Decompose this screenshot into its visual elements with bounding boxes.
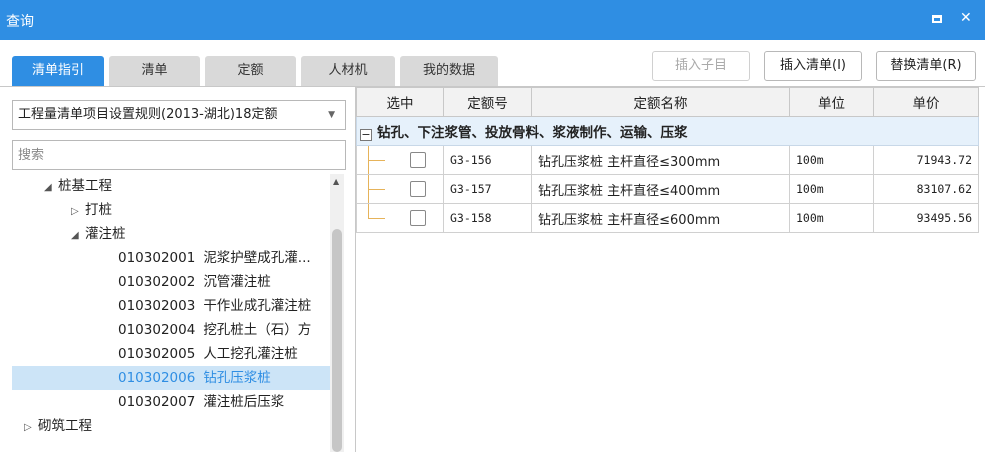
table-row[interactable]: G3-157 钻孔压浆桩 主杆直径≤400mm 100m 83107.62 bbox=[356, 174, 979, 204]
row-checkbox[interactable] bbox=[410, 210, 426, 226]
tree-item-code: 010302001 bbox=[118, 250, 196, 266]
tree-item-label: 泥浆护壁成孔灌... bbox=[203, 250, 311, 266]
tree-item-code: 010302005 bbox=[118, 346, 196, 362]
tab-my-data[interactable]: 我的数据 bbox=[400, 56, 498, 86]
column-header-price[interactable]: 单价 bbox=[873, 87, 979, 117]
tree-item[interactable]: 010302005 人工挖孔灌注桩 bbox=[12, 342, 330, 366]
insert-child-button[interactable]: 插入子目 bbox=[652, 51, 750, 81]
tree-item[interactable]: ▷ 打桩 bbox=[12, 198, 330, 222]
tree-item-label: 桩基工程 bbox=[58, 178, 112, 194]
tree-item-label: 打桩 bbox=[85, 202, 112, 218]
tree-item[interactable]: ◢ 桩基工程 bbox=[12, 174, 330, 198]
tab-labor-material-machine[interactable]: 人材机 bbox=[301, 56, 395, 86]
tab-list[interactable]: 清单 bbox=[109, 56, 200, 86]
title-bar: 查询 ✕ bbox=[0, 0, 985, 40]
tree-item-label: 钻孔压浆桩 bbox=[203, 370, 271, 386]
maximize-icon[interactable] bbox=[932, 10, 942, 27]
quota-unit: 100m bbox=[789, 174, 874, 204]
scrollbar-thumb[interactable] bbox=[332, 229, 342, 452]
tree-item-code: 010302007 bbox=[118, 394, 196, 410]
row-checkbox[interactable] bbox=[410, 152, 426, 168]
expand-icon[interactable]: ▷ bbox=[71, 200, 85, 224]
quota-unit: 100m bbox=[789, 203, 874, 233]
quota-code: G3-156 bbox=[443, 145, 532, 175]
column-header-unit[interactable]: 单位 bbox=[789, 87, 874, 117]
select-cell bbox=[356, 203, 444, 233]
chevron-down-icon: ▼ bbox=[328, 110, 335, 120]
scroll-up-icon[interactable]: ▲ bbox=[333, 177, 339, 186]
group-cell: − 钻孔、下注浆管、投放骨料、浆液制作、运输、压浆 bbox=[356, 116, 979, 146]
tree-item-code: 010302002 bbox=[118, 274, 196, 290]
tab-list-guide[interactable]: 清单指引 bbox=[12, 56, 104, 86]
quota-price: 83107.62 bbox=[873, 174, 979, 204]
quota-name: 钻孔压浆桩 主杆直径≤600mm bbox=[531, 203, 790, 233]
quota-code: G3-158 bbox=[443, 203, 532, 233]
tree-item-label: 干作业成孔灌注桩 bbox=[203, 298, 312, 314]
left-panel: 工程量清单项目设置规则(2013-湖北)18定额 ▼ ◢桩基工程 ▷打桩 ◢灌注… bbox=[0, 87, 346, 452]
tree-item[interactable]: ▷ 砌筑工程 bbox=[12, 414, 330, 438]
grid-header-row: 选中 定额号 定额名称 单位 单价 bbox=[356, 87, 979, 117]
tree-item[interactable]: 010302002 沉管灌注桩 bbox=[12, 270, 330, 294]
expand-icon[interactable]: ▷ bbox=[24, 416, 38, 440]
tree-item-label: 灌注桩后压浆 bbox=[203, 394, 285, 410]
collapse-toggle-icon[interactable]: − bbox=[360, 129, 372, 141]
library-select[interactable]: 工程量清单项目设置规则(2013-湖北)18定额 ▼ bbox=[12, 100, 346, 130]
insert-list-button[interactable]: 插入清单(I) bbox=[764, 51, 862, 81]
group-label: 钻孔、下注浆管、投放骨料、浆液制作、运输、压浆 bbox=[377, 125, 688, 141]
replace-list-button[interactable]: 替换清单(R) bbox=[876, 51, 976, 81]
library-select-value: 工程量清单项目设置规则(2013-湖北)18定额 bbox=[18, 107, 278, 122]
group-row[interactable]: − 钻孔、下注浆管、投放骨料、浆液制作、运输、压浆 bbox=[356, 116, 979, 146]
quota-code: G3-157 bbox=[443, 174, 532, 204]
column-header-name[interactable]: 定额名称 bbox=[531, 87, 790, 117]
quota-name: 钻孔压浆桩 主杆直径≤400mm bbox=[531, 174, 790, 204]
collapse-icon[interactable]: ◢ bbox=[44, 176, 58, 200]
tree-item-label: 灌注桩 bbox=[85, 226, 126, 242]
tab-quota[interactable]: 定额 bbox=[205, 56, 296, 86]
tree-item-code: 010302003 bbox=[118, 298, 196, 314]
quota-price: 93495.56 bbox=[873, 203, 979, 233]
close-icon[interactable]: ✕ bbox=[960, 10, 972, 26]
collapse-icon[interactable]: ◢ bbox=[71, 224, 85, 248]
tree-item[interactable]: 010302003 干作业成孔灌注桩 bbox=[12, 294, 330, 318]
tree-item-code: 010302006 bbox=[118, 370, 196, 386]
tree-item[interactable]: 010302004 挖孔桩土（石）方 bbox=[12, 318, 330, 342]
quota-unit: 100m bbox=[789, 145, 874, 175]
quota-name: 钻孔压浆桩 主杆直径≤300mm bbox=[531, 145, 790, 175]
table-row[interactable]: G3-156 钻孔压浆桩 主杆直径≤300mm 100m 71943.72 bbox=[356, 145, 979, 175]
window-title: 查询 bbox=[6, 14, 34, 30]
tree-item-label: 沉管灌注桩 bbox=[203, 274, 271, 290]
tree-item-label: 砌筑工程 bbox=[38, 418, 92, 434]
quota-price: 71943.72 bbox=[873, 145, 979, 175]
quota-grid-panel: 选中 定额号 定额名称 单位 单价 − 钻孔、下注浆管、投放骨料、浆液制作、运输、… bbox=[355, 87, 979, 452]
search-input[interactable] bbox=[12, 140, 346, 170]
select-cell bbox=[356, 174, 444, 204]
tree-item-code: 010302004 bbox=[118, 322, 196, 338]
column-header-select[interactable]: 选中 bbox=[356, 87, 444, 117]
select-cell bbox=[356, 145, 444, 175]
tree-item[interactable]: 010302001 泥浆护壁成孔灌... bbox=[12, 246, 330, 270]
tree-item-label: 挖孔桩土（石）方 bbox=[203, 322, 312, 338]
tree-scrollbar[interactable]: ▲ bbox=[330, 174, 344, 452]
tree-item-label: 人工挖孔灌注桩 bbox=[203, 346, 298, 362]
table-row[interactable]: G3-158 钻孔压浆桩 主杆直径≤600mm 100m 93495.56 bbox=[356, 203, 979, 233]
tree-item-selected[interactable]: 010302006 钻孔压浆桩 bbox=[12, 366, 330, 390]
row-checkbox[interactable] bbox=[410, 181, 426, 197]
tree: ◢ 桩基工程 ▷ 打桩 ◢ 灌注桩 010302001 泥浆护壁成孔灌... 01030… bbox=[12, 174, 330, 452]
quota-grid: 选中 定额号 定额名称 单位 单价 − 钻孔、下注浆管、投放骨料、浆液制作、运输、… bbox=[356, 87, 979, 233]
column-header-code[interactable]: 定额号 bbox=[443, 87, 532, 117]
tree-item[interactable]: 010302007 灌注桩后压浆 bbox=[12, 390, 330, 414]
tree-item[interactable]: ◢ 灌注桩 bbox=[12, 222, 330, 246]
